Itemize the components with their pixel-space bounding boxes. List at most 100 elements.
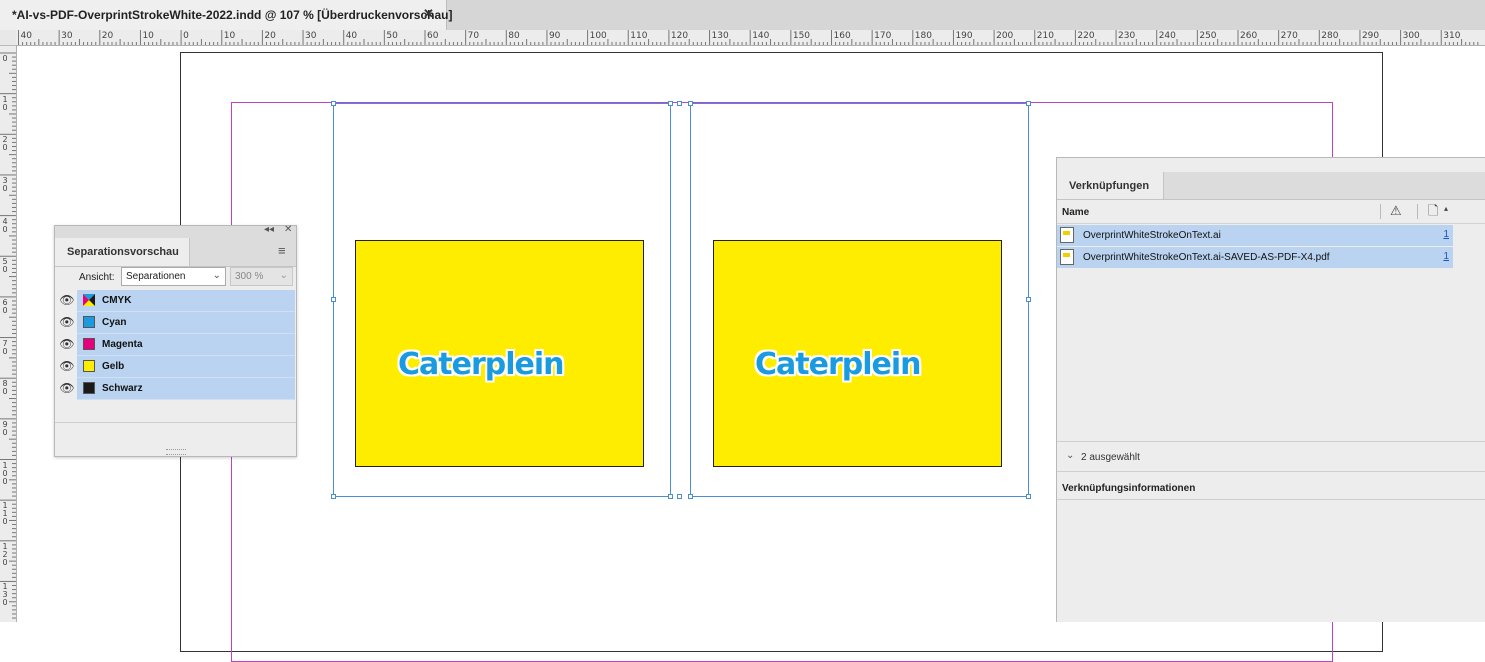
vertical-ruler[interactable]: 0 10 20 30 40 50 60 70 80 90 100 110 120 130: [0, 46, 17, 622]
ruler-tick-label: 120: [670, 31, 689, 41]
ruler-tick-label: 140: [752, 31, 770, 41]
ruler-tick-label: 120: [2, 541, 8, 567]
link-info-header[interactable]: Verknüpfungsinformationen: [1062, 483, 1195, 494]
tab-separations-preview[interactable]: Separationsvorschau: [55, 238, 190, 266]
eye-icon[interactable]: 👁: [58, 359, 76, 375]
placed-graphic-frame-left[interactable]: Caterplein: [333, 103, 671, 497]
zoom-select[interactable]: 300 % ⌄: [230, 267, 293, 286]
separation-label: CMYK: [102, 295, 132, 306]
selection-handle[interactable]: [668, 101, 673, 106]
ruler-tick-label: 100: [589, 31, 607, 41]
tab-links[interactable]: Verknüpfungen: [1057, 172, 1164, 199]
selection-handle[interactable]: [688, 494, 693, 499]
panel-menu-icon[interactable]: ≡: [278, 243, 286, 258]
close-panel-icon[interactable]: ✕: [284, 224, 292, 235]
ruler-tick-label: 100: [2, 460, 8, 486]
chevron-down-icon: ⌄: [279, 270, 288, 281]
ruler-tick-label: 310: [1443, 31, 1461, 41]
divider: [1057, 471, 1485, 472]
ruler-tick-label: 40: [345, 31, 358, 41]
ruler-tick-label: 200: [996, 31, 1014, 41]
separation-label: Gelb: [102, 361, 125, 372]
eye-icon[interactable]: 👁: [58, 293, 76, 309]
view-select[interactable]: Separationen ⌄: [121, 267, 226, 286]
yellow-rectangle-right: Caterplein: [713, 240, 1002, 467]
document-tab[interactable]: *AI-vs-PDF-OverprintStrokeWhite-2022.ind…: [0, 0, 452, 30]
divider: [1057, 499, 1485, 500]
link-row[interactable]: OverprintWhiteStrokeOnText.ai 1: [1057, 225, 1453, 246]
zoom-select-value: 300 %: [235, 271, 264, 282]
separation-row-cmyk[interactable]: 👁 CMYK: [55, 290, 295, 312]
eye-icon[interactable]: 👁: [58, 381, 76, 397]
ruler-tick-label: 30: [61, 31, 73, 41]
sort-arrow-icon[interactable]: ▴: [1444, 204, 1448, 213]
panel-tab-row: Separationsvorschau ≡: [55, 238, 296, 267]
ruler-tick-label: 170: [874, 31, 892, 41]
ruler-tick-label: 190: [955, 31, 973, 41]
selection-handle[interactable]: [688, 101, 693, 106]
column-divider: [1380, 204, 1381, 219]
yellow-swatch-icon: [83, 360, 95, 372]
eye-icon[interactable]: 👁: [58, 315, 76, 331]
eye-icon[interactable]: 👁: [58, 337, 76, 353]
selection-handle[interactable]: [1026, 297, 1031, 302]
ruler-tick-label: 20: [101, 31, 114, 41]
selection-handle[interactable]: [668, 494, 673, 499]
cmyk-swatch-icon: [83, 294, 95, 306]
selection-handle[interactable]: [677, 494, 682, 499]
page-column-icon[interactable]: 🗋: [1428, 202, 1438, 224]
ruler-tick-label: 90: [2, 419, 8, 437]
collapse-panel-icon[interactable]: ◂◂: [264, 224, 274, 235]
ruler-tick-label: 180: [914, 31, 932, 41]
horizontal-ruler[interactable]: 40 30 20 10 0 10 20 30 40 50 60 70 80 90 100 110 120 130 1…: [16, 30, 1485, 46]
separation-label: Magenta: [102, 339, 143, 350]
separation-row-gelb[interactable]: 👁 Gelb: [55, 356, 295, 378]
ruler-tick-label: 260: [1240, 31, 1258, 41]
ruler-tick-label: 50: [386, 31, 398, 41]
ruler-tick-label: 300: [1402, 31, 1420, 41]
ruler-origin[interactable]: [0, 30, 17, 46]
selection-handle[interactable]: [331, 101, 336, 106]
separation-row-schwarz[interactable]: 👁 Schwarz: [55, 378, 295, 400]
selection-handle[interactable]: [1026, 101, 1031, 106]
view-select-value: Separationen: [126, 271, 186, 282]
ruler-tick-label: 50: [2, 257, 8, 275]
close-icon[interactable]: ✕: [423, 6, 434, 22]
tab-label: Separationsvorschau: [67, 246, 179, 258]
separation-row-body: Gelb: [77, 356, 295, 378]
selection-handle[interactable]: [331, 297, 336, 302]
panel-titlebar[interactable]: ◂◂ ✕: [55, 224, 296, 238]
ruler-tick-label: 60: [2, 297, 8, 315]
selection-handle[interactable]: [331, 494, 336, 499]
ruler-tick-label: 70: [2, 338, 8, 356]
separation-label: Schwarz: [102, 383, 143, 394]
ruler-tick-label: 110: [2, 501, 8, 527]
separation-row-body: Magenta: [77, 334, 295, 356]
separation-row-body: Schwarz: [77, 378, 295, 400]
ruler-tick-label: 150: [792, 31, 811, 41]
separation-row-body: CMYK: [77, 290, 295, 312]
pdf-file-icon: [1060, 249, 1074, 265]
ruler-tick-label: 20: [264, 31, 276, 41]
separation-row-magenta[interactable]: 👁 Magenta: [55, 334, 295, 356]
separation-row-cyan[interactable]: 👁 Cyan: [55, 312, 295, 334]
chevron-down-icon[interactable]: ⌄: [1066, 450, 1074, 461]
ruler-tick-label: 110: [630, 31, 648, 41]
document-tab-title: *AI-vs-PDF-OverprintStrokeWhite-2022.ind…: [12, 8, 453, 22]
selection-count: 2 ausgewählt: [1081, 452, 1140, 463]
link-row[interactable]: OverprintWhiteStrokeOnText.ai-SAVED-AS-P…: [1057, 247, 1453, 268]
ai-file-icon: [1060, 227, 1074, 243]
selection-handle[interactable]: [1026, 494, 1031, 499]
ruler-tick-label: 10: [223, 31, 236, 41]
selection-handle[interactable]: [677, 101, 682, 106]
link-page-number[interactable]: 1: [1443, 229, 1449, 240]
warning-icon[interactable]: ⚠: [1390, 203, 1402, 219]
chevron-down-icon: ⌄: [212, 270, 221, 281]
separation-list-empty: [55, 400, 296, 423]
link-page-number[interactable]: 1: [1443, 251, 1449, 262]
ruler-tick-label: 80: [2, 379, 8, 397]
ruler-tick-label: 160: [833, 31, 851, 41]
resize-grip-icon[interactable]: [166, 449, 186, 455]
name-column-header[interactable]: Name: [1062, 207, 1089, 218]
placed-graphic-frame-right[interactable]: Caterplein: [690, 103, 1029, 497]
